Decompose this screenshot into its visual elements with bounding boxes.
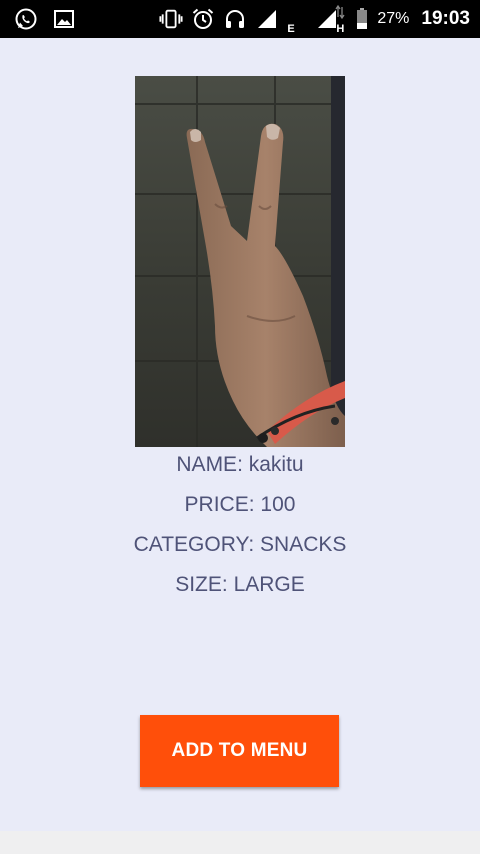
add-to-menu-button[interactable]: ADD TO MENU	[140, 715, 339, 787]
signal-icon	[255, 7, 279, 31]
clock: 19:03	[421, 8, 470, 29]
product-price: PRICE: 100	[184, 493, 296, 516]
battery-icon	[355, 7, 369, 31]
battery-percent: 27%	[377, 10, 410, 27]
gallery-icon	[52, 7, 76, 31]
product-image	[135, 76, 345, 447]
navigation-bar	[0, 831, 480, 854]
product-info: NAME: kakitu PRICE: 100 CATEGORY: SNACKS…	[0, 445, 480, 605]
status-bar: E H 27% 19:03	[0, 0, 480, 38]
signal-e-icon: E	[287, 23, 295, 35]
product-category: CATEGORY: SNACKS	[133, 533, 347, 556]
headset-icon	[223, 7, 247, 31]
alarm-icon	[191, 7, 215, 31]
vibrate-icon	[159, 7, 183, 31]
signal-h-icon: H	[307, 5, 347, 35]
product-detail: NAME: kakitu PRICE: 100 CATEGORY: SNACKS…	[0, 38, 480, 831]
whatsapp-icon	[14, 7, 38, 31]
product-name: NAME: kakitu	[176, 453, 304, 476]
product-size: SIZE: LARGE	[175, 573, 305, 596]
